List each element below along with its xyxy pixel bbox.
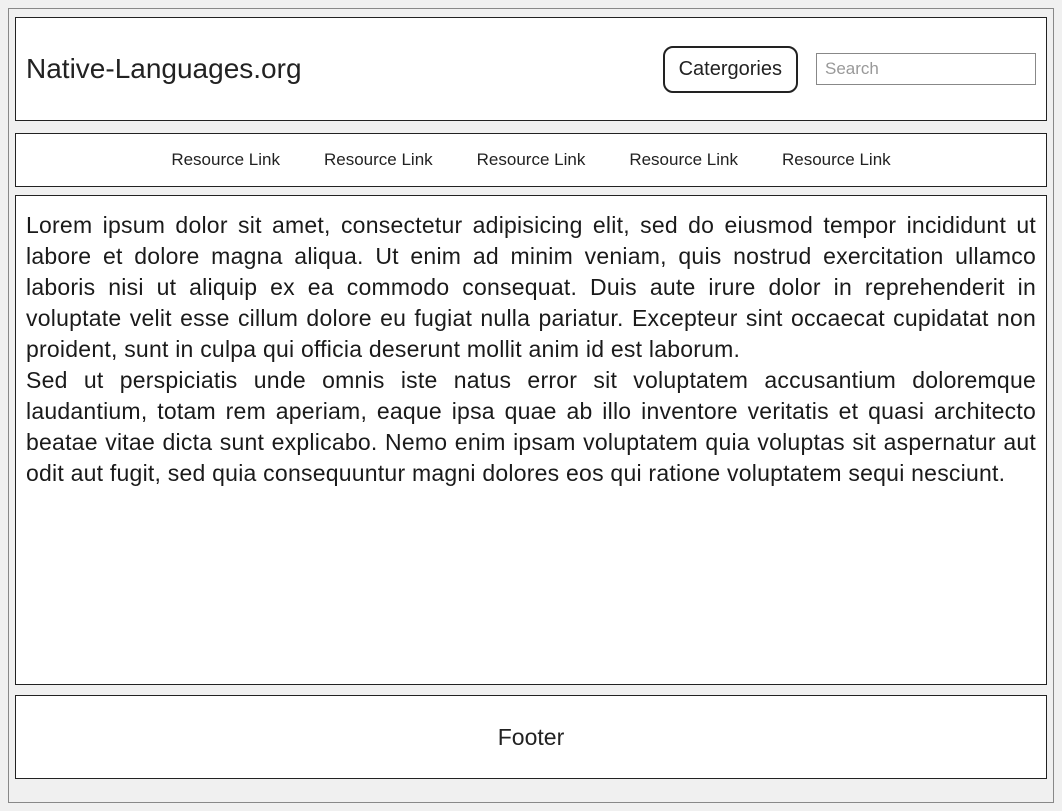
nav-bar: Resource Link Resource Link Resource Lin… [15,133,1047,187]
nav-link[interactable]: Resource Link [324,150,433,170]
search-input[interactable] [825,59,1046,79]
site-title: Native-Languages.org [26,53,663,85]
nav-link[interactable]: Resource Link [171,150,280,170]
page-frame: Native-Languages.org Catergories Resourc… [8,8,1054,803]
main-content: Lorem ipsum dolor sit amet, consectetur … [15,195,1047,685]
header: Native-Languages.org Catergories [15,17,1047,121]
nav-link[interactable]: Resource Link [477,150,586,170]
nav-link[interactable]: Resource Link [629,150,738,170]
content-paragraph: Lorem ipsum dolor sit amet, consectetur … [26,210,1036,365]
search-field[interactable] [816,53,1036,85]
footer: Footer [15,695,1047,779]
content-paragraph: Sed ut perspiciatis unde omnis iste natu… [26,365,1036,489]
nav-link[interactable]: Resource Link [782,150,891,170]
footer-text: Footer [498,724,564,751]
categories-button[interactable]: Catergories [663,46,798,93]
